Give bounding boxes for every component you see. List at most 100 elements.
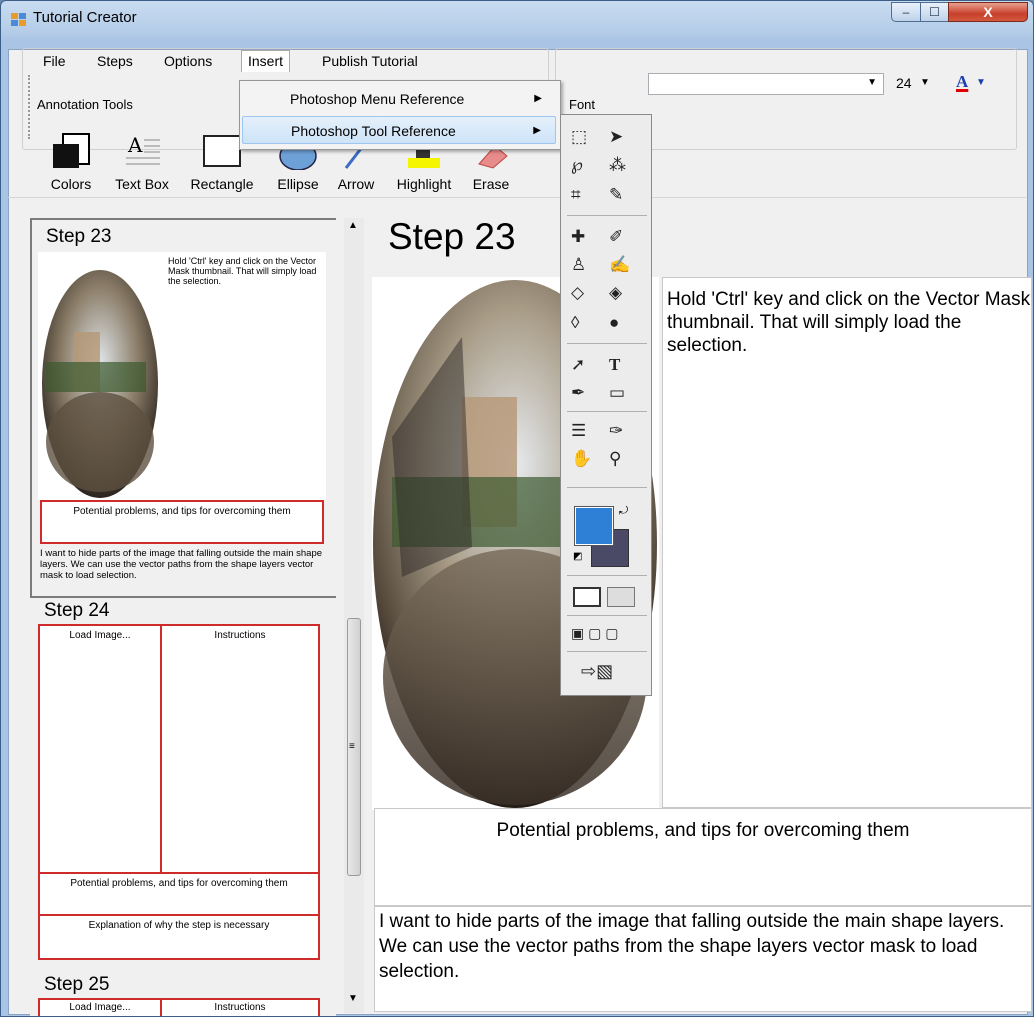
chevron-down-icon: ▼ (920, 77, 930, 88)
minimize-icon: – (902, 5, 910, 19)
main-instructions-text[interactable]: Hold 'Ctrl' key and click on the Vector … (662, 277, 1032, 808)
maximize-icon: ☐ (929, 5, 940, 19)
shape-tool-icon[interactable]: ▭ (609, 383, 625, 403)
standard-mode-button[interactable] (573, 587, 601, 607)
hand-tool-icon[interactable]: ✋ (571, 449, 592, 469)
eyedropper-icon[interactable]: ✑ (609, 421, 623, 441)
step-24-load-image[interactable]: Load Image... (38, 624, 162, 874)
type-tool-icon[interactable]: T (609, 355, 620, 375)
font-group-label: Font (566, 97, 599, 112)
quick-mask-button[interactable] (607, 587, 635, 607)
menu-item-photoshop-tool-reference[interactable]: Photoshop Tool Reference ▶ (242, 116, 556, 144)
step-25-title: Step 25 (44, 974, 110, 995)
submenu-arrow-icon: ▶ (534, 93, 542, 104)
ellipse-label: Ellipse (277, 176, 319, 192)
brush-tool-icon[interactable]: ✐ (609, 227, 623, 247)
foreground-color-swatch[interactable] (574, 506, 614, 546)
palette-divider (567, 343, 647, 344)
colors-label: Colors (50, 176, 92, 192)
highlight-label: Highlight (396, 176, 452, 192)
palette-divider (567, 651, 647, 652)
title-bar: Tutorial Creator – ☐ X (1, 1, 1033, 49)
step-25-load-image[interactable]: Load Image... (38, 998, 162, 1016)
step-card-23[interactable]: Step 23 Hold 'Ctrl' key and click on the… (30, 218, 336, 598)
font-size-combo[interactable]: 24 ▼ (890, 73, 936, 95)
step-23-explain: I want to hide parts of the image that f… (40, 548, 323, 581)
rectangle-label: Rectangle (190, 176, 254, 192)
palette-divider (567, 615, 647, 616)
menu-item-label: Photoshop Menu Reference (290, 91, 465, 107)
zoom-tool-icon[interactable]: ⚲ (609, 449, 621, 469)
text-box-icon: A (126, 133, 160, 165)
screen-mode-icon[interactable]: ▣ ▢ ▢ (571, 623, 618, 643)
font-color-dropdown[interactable]: A ▼ (948, 72, 998, 96)
pen-tool-icon[interactable]: ✒ (571, 383, 585, 403)
history-brush-icon[interactable]: ✍ (609, 255, 630, 275)
crop-tool-icon[interactable]: ⌗ (571, 185, 581, 205)
dodge-tool-icon[interactable]: ● (609, 313, 619, 333)
insert-dropdown-menu: Photoshop Menu Reference ▶ Photoshop Too… (239, 80, 561, 150)
steps-panel: Step 23 Hold 'Ctrl' key and click on the… (30, 218, 336, 1016)
steps-scrollbar[interactable]: ▲ ≡ ▼ (344, 218, 364, 1013)
arrow-label: Arrow (337, 176, 375, 192)
default-colors-icon[interactable]: ◩ (573, 551, 582, 562)
step-24-explain[interactable]: Explanation of why the step is necessary (38, 914, 320, 960)
font-name-combo[interactable]: ▼ (648, 73, 884, 95)
rectangle-icon (203, 135, 241, 167)
main-step-title: Step 23 (388, 216, 516, 257)
eraser-tool-icon[interactable]: ◇ (571, 283, 584, 303)
font-size-value: 24 (896, 75, 912, 91)
palette-divider (567, 575, 647, 576)
submenu-arrow-icon: ▶ (533, 125, 541, 136)
swap-colors-icon[interactable]: ⤾ (619, 505, 628, 518)
close-icon: X (983, 4, 993, 20)
slice-tool-icon[interactable]: ✎ (609, 185, 623, 205)
window-title: Tutorial Creator (33, 9, 137, 26)
healing-brush-icon[interactable]: ✚ (571, 227, 585, 247)
step-25-instructions[interactable]: Instructions (160, 998, 320, 1016)
colors-tool[interactable]: Colors (46, 120, 96, 196)
text-box-label: Text Box (115, 176, 169, 192)
colors-icon (53, 133, 90, 168)
palette-divider (567, 411, 647, 412)
step-23-text: Hold 'Ctrl' key and click on the Vector … (168, 256, 317, 286)
menu-item-photoshop-menu-reference[interactable]: Photoshop Menu Reference ▶ (242, 85, 556, 113)
jump-to-imageready-icon[interactable]: ⇨▧ (581, 661, 613, 681)
main-problems-box[interactable]: Potential problems, and tips for overcom… (374, 808, 1032, 906)
font-color-icon: A (956, 72, 969, 91)
palette-divider (567, 215, 647, 216)
chevron-down-icon: ▼ (976, 77, 986, 88)
move-tool-icon[interactable]: ➤ (609, 127, 623, 147)
path-selection-icon[interactable]: ➚ (571, 355, 585, 375)
scroll-up-icon[interactable]: ▲ (348, 220, 358, 231)
paint-bucket-icon[interactable]: ◈ (609, 283, 622, 303)
maximize-button[interactable]: ☐ (920, 2, 949, 22)
clone-stamp-icon[interactable]: ♙ (571, 255, 586, 275)
annotation-tools-label: Annotation Tools (34, 97, 136, 112)
svg-text:A: A (127, 133, 143, 157)
minimize-button[interactable]: – (891, 2, 921, 22)
step-23-problems[interactable]: Potential problems, and tips for overcom… (40, 500, 324, 544)
step-24-instructions[interactable]: Instructions (160, 624, 320, 874)
step-24-title: Step 24 (44, 600, 110, 621)
step-24-problems[interactable]: Potential problems, and tips for overcom… (38, 872, 320, 916)
chevron-down-icon: ▼ (867, 77, 877, 88)
app-icon (11, 13, 26, 26)
grip-icon: ≡ (349, 741, 355, 752)
menu-item-label: Photoshop Tool Reference (291, 123, 456, 139)
step-23-title: Step 23 (46, 226, 112, 247)
lasso-tool-icon[interactable]: ℘ (571, 155, 583, 175)
marquee-tool-icon[interactable]: ⬚ (571, 127, 587, 147)
blur-tool-icon[interactable]: ◊ (571, 313, 579, 333)
main-explain-box[interactable]: I want to hide parts of the image that f… (374, 906, 1032, 1012)
magic-wand-icon[interactable]: ⁂ (609, 155, 626, 175)
notes-tool-icon[interactable]: ☰ (571, 421, 586, 441)
toolbar-divider (8, 197, 1026, 198)
menu-insert[interactable]: Insert (241, 50, 291, 72)
close-button[interactable]: X (948, 2, 1028, 22)
toolbar-grip[interactable] (28, 75, 32, 139)
palette-divider (567, 487, 647, 488)
scroll-down-icon[interactable]: ▼ (348, 993, 358, 1004)
step-23-thumbnail (42, 270, 158, 498)
text-box-tool[interactable]: A Text Box (112, 120, 172, 196)
